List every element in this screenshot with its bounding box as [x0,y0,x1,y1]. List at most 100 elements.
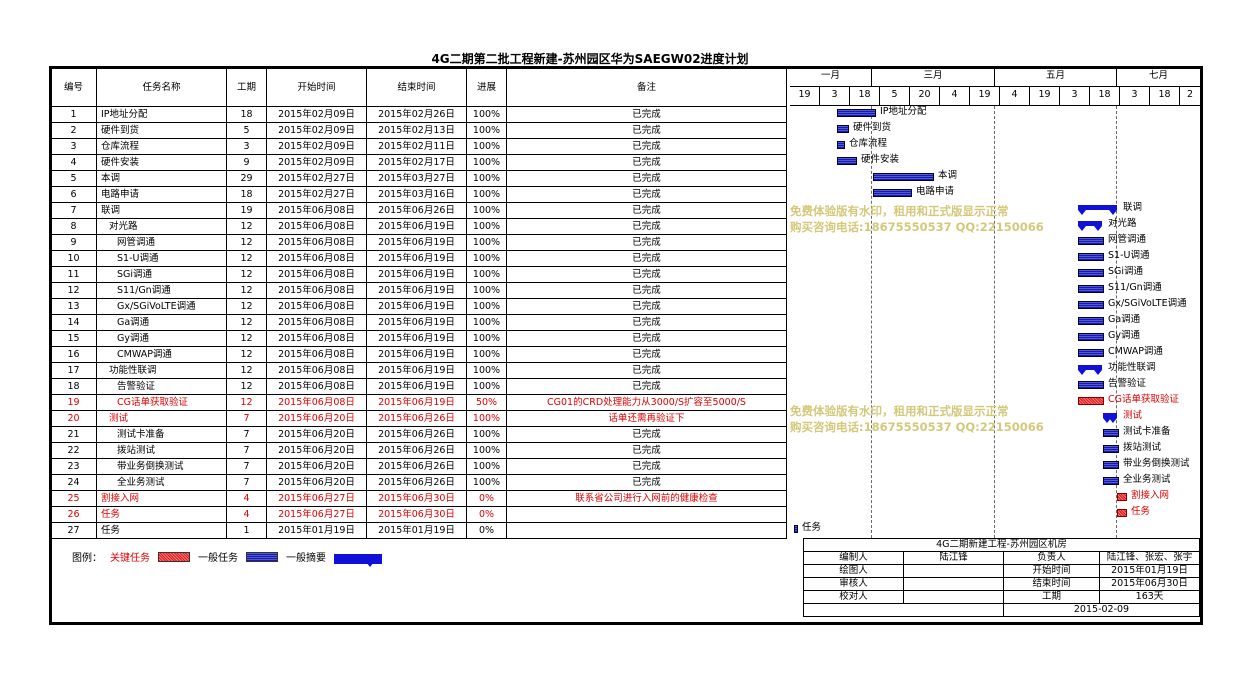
legend-critical-swatch [158,551,190,562]
task-duration-cell: 7 [226,474,267,491]
table-row: 9 网管调通 12 2015年06月08日 2015年06月19日 100% 已完成 [50,234,787,251]
watermark-line: 免费体验版有水印，租用和正式版显示正常 [790,404,1009,418]
task-note-cell: 联系省公司进行入网前的健康检查 [506,490,787,507]
task-id-cell: 5 [50,170,97,187]
table-row: 23 带业务倒换测试 7 2015年06月20日 2015年06月26日 100% 已完成 [50,458,787,475]
timeline-month: 七月 [1117,68,1201,87]
task-start-cell: 2015年06月08日 [266,330,367,347]
task-name-cell: 本调 [96,170,227,187]
task-name-cell: 硬件到货 [96,122,227,139]
task-id-cell: 8 [50,218,97,235]
task-id-cell: 11 [50,266,97,283]
task-duration-cell: 12 [226,362,267,379]
task-duration-cell: 3 [226,138,267,155]
task-note-cell: 已完成 [506,282,787,299]
duration-label: 工期 [1003,590,1100,604]
task-name-cell: IP地址分配 [96,106,227,123]
task-duration-cell: 7 [226,458,267,475]
task-duration-cell: 1 [226,522,267,539]
task-name-cell: CG话单获取验证 [96,394,227,411]
task-end-cell: 2015年02月11日 [366,138,467,155]
task-note-cell: 已完成 [506,122,787,139]
task-end-cell: 2015年01月19日 [366,522,467,539]
col-header-name: 任务名称 [96,68,227,107]
task-id-cell: 14 [50,314,97,331]
task-name-cell: Gx/SGiVoLTE调通 [96,298,227,315]
task-end-cell: 2015年06月26日 [366,426,467,443]
task-start-cell: 2015年02月09日 [266,138,367,155]
timeline-header: 一月 三月 五月 七月 19 3 18 5 20 4 19 4 19 3 18 3 18 2 [790,68,1201,106]
task-duration-cell: 12 [226,282,267,299]
gantt-critical-bar [1078,397,1104,405]
task-note-cell: 已完成 [506,250,787,267]
task-progress-cell: 100% [466,378,507,395]
table-row: 24 全业务测试 7 2015年06月20日 2015年06月26日 100% 已完成 [50,474,787,491]
task-duration-cell: 18 [226,106,267,123]
legend-summary-label: 一般摘要 [286,553,326,564]
table-row: 22 拨站测试 7 2015年06月20日 2015年06月26日 100% 已完成 [50,442,787,459]
checker-value [903,590,1004,604]
blank-cell [803,603,1004,617]
task-start-cell: 2015年06月20日 [266,426,367,443]
task-duration-cell: 29 [226,170,267,187]
gantt-task-bar [837,125,849,133]
timeline-month: 五月 [995,68,1117,87]
task-end-cell: 2015年02月26日 [366,106,467,123]
table-row: 14 Ga调通 12 2015年06月08日 2015年06月19日 100% 已完成 [50,314,787,331]
watermark-line: 免费体验版有水印，租用和正式版显示正常 [790,204,1009,218]
task-table: 编号 任务名称 工期 开始时间 结束时间 进展 备注 1 IP地址分配 18 2015… [50,68,787,539]
task-note-cell: 已完成 [506,154,787,171]
gantt-task-bar [1078,317,1104,325]
timeline-day: 4 [1000,87,1030,106]
gantt-task-bar [794,525,798,533]
gantt-critical-bar [1117,493,1127,501]
task-name-cell: SGi调通 [96,266,227,283]
task-start-cell: 2015年01月19日 [266,522,367,539]
task-progress-cell: 100% [466,138,507,155]
owner-value: 陆江锋、张宏、张宇 [1099,551,1200,565]
task-end-cell: 2015年06月19日 [366,378,467,395]
task-id-cell: 21 [50,426,97,443]
task-start-cell: 2015年06月20日 [266,410,367,427]
task-id-cell: 7 [50,202,97,219]
gantt-bar-label: 任务 [1131,506,1151,517]
gantt-task-bar [1078,237,1104,245]
task-duration-cell: 12 [226,298,267,315]
task-start-cell: 2015年06月08日 [266,394,367,411]
task-id-cell: 23 [50,458,97,475]
project-name: 4G二期新建工程-苏州园区机房 [803,538,1200,552]
task-id-cell: 2 [50,122,97,139]
reviewer-value [903,577,1004,591]
timeline-day: 19 [1030,87,1060,106]
task-start-cell: 2015年06月20日 [266,442,367,459]
task-progress-cell: 100% [466,218,507,235]
task-id-cell: 17 [50,362,97,379]
gantt-task-bar [1078,269,1104,277]
task-end-cell: 2015年06月26日 [366,410,467,427]
table-row: 1 IP地址分配 18 2015年02月09日 2015年02月26日 100% 已完成 [50,106,787,123]
col-header-start: 开始时间 [266,68,367,107]
task-progress-cell: 100% [466,106,507,123]
gantt-task-bar [873,189,912,197]
gantt-bar-label: Ga调通 [1108,314,1141,325]
task-duration-cell: 12 [226,218,267,235]
task-note-cell: 已完成 [506,170,787,187]
task-end-cell: 2015年03月16日 [366,186,467,203]
task-name-cell: S1-U调通 [96,250,227,267]
timeline-day: 3 [1120,87,1150,106]
task-name-cell: 任务 [96,522,227,539]
legend-normal-label: 一般任务 [198,553,238,564]
task-end-cell: 2015年06月30日 [366,490,467,507]
task-progress-cell: 100% [466,426,507,443]
task-progress-cell: 100% [466,250,507,267]
timeline-day: 19 [790,87,820,106]
gantt-task-bar [1103,461,1119,469]
gantt-bar-label: 联调 [1123,202,1143,213]
table-row: 18 告警验证 12 2015年06月08日 2015年06月19日 100% 已完成 [50,378,787,395]
task-progress-cell: 100% [466,314,507,331]
gantt-bar-label: IP地址分配 [880,106,927,117]
task-id-cell: 18 [50,378,97,395]
drawer-value [903,564,1004,578]
gantt-bar-label: 测试 [1123,410,1143,421]
gantt-task-bar [837,109,876,117]
